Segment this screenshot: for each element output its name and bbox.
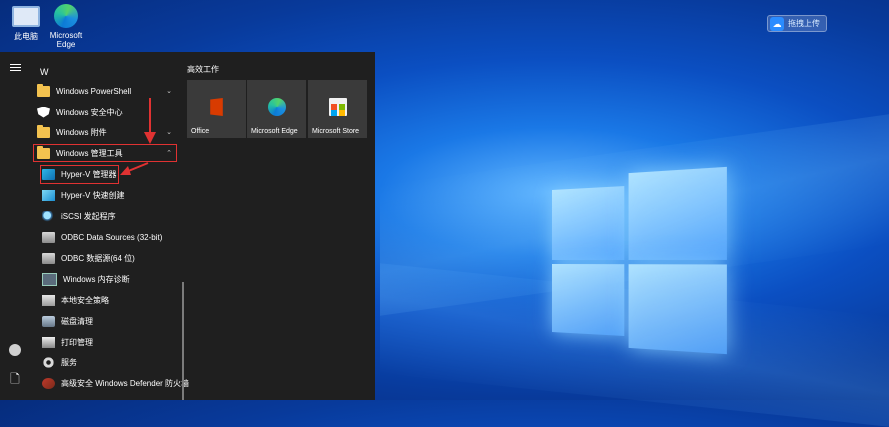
highlight-box-hyperv-manager xyxy=(40,165,119,184)
annotation-arrow-left xyxy=(120,162,149,175)
cloud-icon: ☁ xyxy=(770,16,784,31)
app-item-print-management[interactable]: 打印管理 xyxy=(30,332,178,352)
folder-icon xyxy=(37,124,50,138)
odbc-icon xyxy=(42,231,55,243)
odbc-icon xyxy=(42,252,55,264)
app-item-defender-firewall[interactable]: 高级安全 Windows Defender 防火墙 xyxy=(30,373,190,393)
hamburger-menu-icon[interactable] xyxy=(8,62,22,76)
start-menu: 🗋 W Windows PowerShell ⌄ Windows 安全中心 Wi… xyxy=(0,52,375,400)
chevron-down-icon: ⌄ xyxy=(166,88,172,95)
memory-chip-icon xyxy=(42,272,57,286)
firewall-icon xyxy=(42,377,55,389)
app-item-memory-diagnostic[interactable]: Windows 内存诊断 xyxy=(30,269,178,289)
highlight-box-admin-tools xyxy=(33,144,177,162)
tile-microsoft-edge[interactable]: Microsoft Edge xyxy=(247,80,306,138)
tile-office[interactable]: Office xyxy=(187,80,246,138)
desktop-icon-label: Microsoft Edge xyxy=(49,31,83,49)
upload-button[interactable]: ☁ 拖拽上传 xyxy=(767,15,827,32)
annotation-arrow-down xyxy=(144,98,156,144)
app-item-odbc-64[interactable]: ODBC 数据源(64 位) xyxy=(30,248,178,268)
shield-icon xyxy=(37,106,50,118)
app-item-services[interactable]: 服务 xyxy=(30,352,178,372)
app-item-odbc-32[interactable]: ODBC Data Sources (32-bit) xyxy=(30,227,178,247)
tiles-group-title[interactable]: 高效工作 xyxy=(187,64,219,75)
gear-icon xyxy=(42,356,55,368)
iscsi-icon xyxy=(42,210,55,222)
start-rail: 🗋 xyxy=(0,52,30,400)
section-letter[interactable]: W xyxy=(40,67,49,77)
app-item-hyperv-quick-create[interactable]: Hyper-V 快速创建 xyxy=(30,185,178,205)
computer-icon xyxy=(12,6,40,27)
edge-icon xyxy=(267,98,286,116)
app-item-iscsi[interactable]: iSCSI 发起程序 xyxy=(30,206,178,226)
app-item-local-security-policy[interactable]: 本地安全策略 xyxy=(30,290,178,310)
user-avatar-icon[interactable] xyxy=(9,344,21,356)
policy-icon xyxy=(42,294,55,306)
folder-icon xyxy=(37,83,50,97)
tile-microsoft-store[interactable]: Microsoft Store xyxy=(308,80,367,138)
desktop-icon-edge[interactable]: Microsoft Edge xyxy=(42,4,90,49)
app-item-disk-cleanup[interactable]: 磁盘清理 xyxy=(30,311,178,331)
app-list-scrollbar[interactable] xyxy=(182,282,184,400)
printer-icon xyxy=(42,336,55,348)
edge-icon xyxy=(54,4,78,28)
disk-icon xyxy=(42,315,55,327)
chevron-down-icon: ⌄ xyxy=(166,129,172,136)
upload-button-label: 拖拽上传 xyxy=(788,19,820,28)
hyperv-quick-create-icon xyxy=(42,189,55,201)
store-bag-icon xyxy=(328,98,347,116)
windows-logo-wallpaper xyxy=(552,166,727,355)
documents-icon[interactable]: 🗋 xyxy=(8,372,22,386)
office-icon xyxy=(210,98,223,116)
